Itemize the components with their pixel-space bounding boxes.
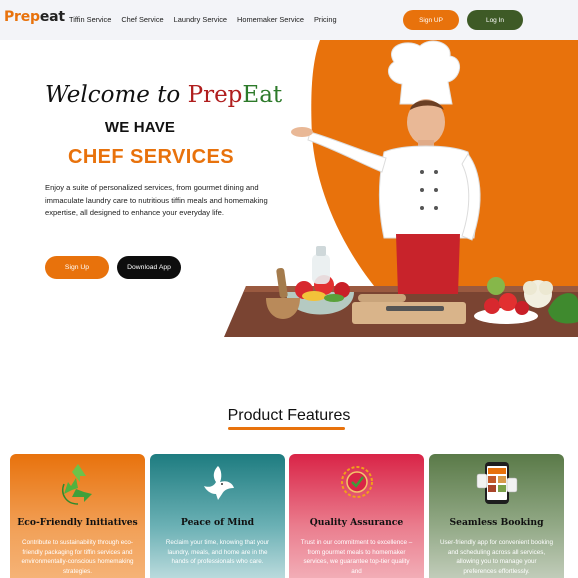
landing-page: Prepeat Tiffin Service Chef Service Laun…: [0, 0, 578, 578]
nav-link-laundry[interactable]: Laundry Service: [174, 15, 227, 24]
features-heading: Product Features: [227, 407, 351, 424]
cutting-board: [352, 302, 466, 324]
nav-links: Tiffin Service Chef Service Laundry Serv…: [69, 15, 347, 24]
feature-title-booking: Seamless Booking: [449, 517, 544, 528]
feature-title-peace: Peace of Mind: [180, 517, 255, 528]
nav-signup-button[interactable]: Sign UP: [403, 10, 459, 30]
feature-text-quality: Trust in our commitment to excellence – …: [300, 539, 413, 575]
download-app-button[interactable]: Download App: [117, 256, 181, 279]
site-logo[interactable]: Prepeat: [4, 9, 65, 25]
features-heading-underline: [228, 427, 345, 430]
dove-icon: [203, 466, 234, 500]
top-navbar: Prepeat Tiffin Service Chef Service Laun…: [0, 0, 578, 40]
nav-link-tiffin[interactable]: Tiffin Service: [69, 15, 111, 24]
nav-login-button[interactable]: Log In: [467, 10, 523, 30]
nav-link-homemaker[interactable]: Homemaker Service: [237, 15, 304, 24]
chef-apron: [396, 234, 460, 294]
chef-jacket: [379, 145, 477, 239]
feature-card-booking: Seamless Booking User-friendly app for c…: [429, 454, 564, 578]
hero-signup-button[interactable]: Sign Up: [45, 256, 109, 279]
quality-badge-icon: [340, 466, 373, 498]
nav-link-chef[interactable]: Chef Service: [121, 15, 163, 24]
mobile-app-icon: [476, 462, 517, 504]
feature-card-quality: Quality Assurance Trust in our commitmen…: [289, 454, 424, 578]
feature-text-eco: Contribute to sustainability through eco…: [21, 539, 134, 575]
hero-chef-illustration: [224, 40, 578, 337]
nav-link-pricing[interactable]: Pricing: [314, 15, 337, 24]
recycle-icon: [61, 464, 92, 505]
feature-card-peace: Peace of Mind Reclaim your time, knowing…: [150, 454, 285, 578]
feature-title-eco: Eco-Friendly Initiatives: [17, 517, 138, 528]
feature-text-booking: User-friendly app for convenient booking…: [439, 539, 554, 575]
feature-text-peace: Reclaim your time, knowing that your lau…: [165, 539, 270, 566]
feature-title-quality: Quality Assurance: [309, 517, 404, 528]
feature-card-eco: Eco-Friendly Initiatives Contribute to s…: [10, 454, 145, 578]
